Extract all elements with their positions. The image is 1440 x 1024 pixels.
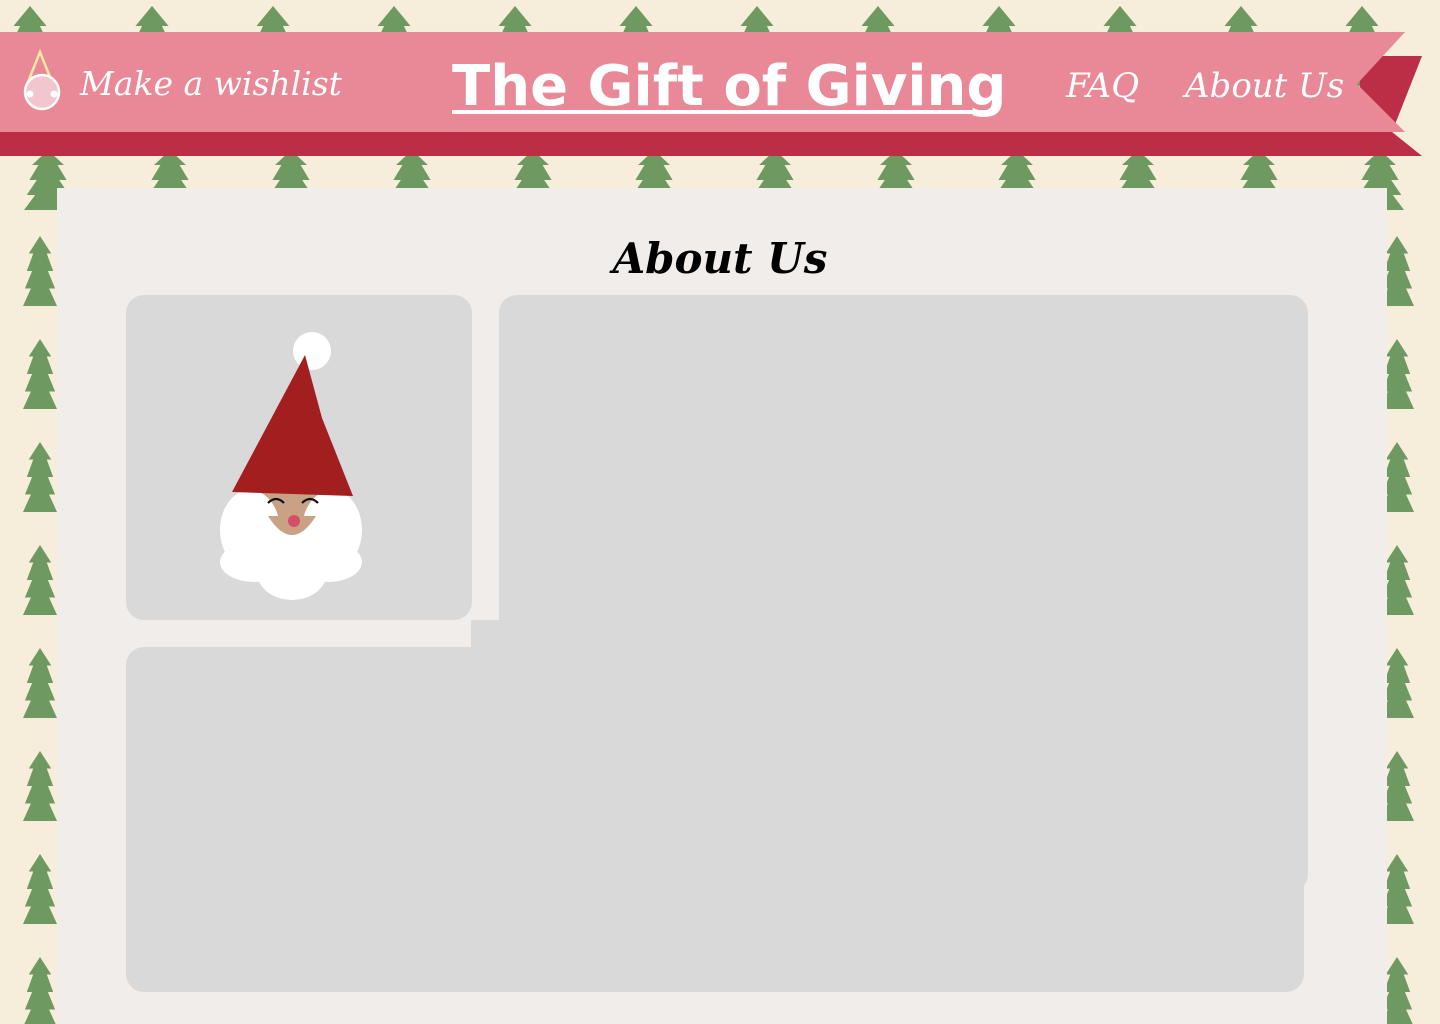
content-panel-bottom xyxy=(126,647,1304,992)
pine-tree-icon xyxy=(23,648,57,718)
panel-joint xyxy=(471,620,511,660)
pine-tree-icon xyxy=(23,751,57,821)
pine-tree-icon xyxy=(23,854,57,924)
elf-head-icon[interactable] xyxy=(18,48,66,112)
pine-tree-icon xyxy=(23,339,57,409)
pine-tree-icon xyxy=(24,957,56,1024)
make-wishlist-link[interactable]: Make a wishlist xyxy=(80,64,342,104)
page-title: About Us xyxy=(612,234,828,283)
santa-face-icon xyxy=(220,332,362,600)
pine-tree-icon xyxy=(23,545,57,615)
pine-tree-icon xyxy=(23,442,57,512)
nav-faq-link[interactable]: FAQ xyxy=(1066,66,1139,106)
nav-about-link[interactable]: About Us xyxy=(1185,66,1344,106)
brand-underline xyxy=(452,110,991,114)
